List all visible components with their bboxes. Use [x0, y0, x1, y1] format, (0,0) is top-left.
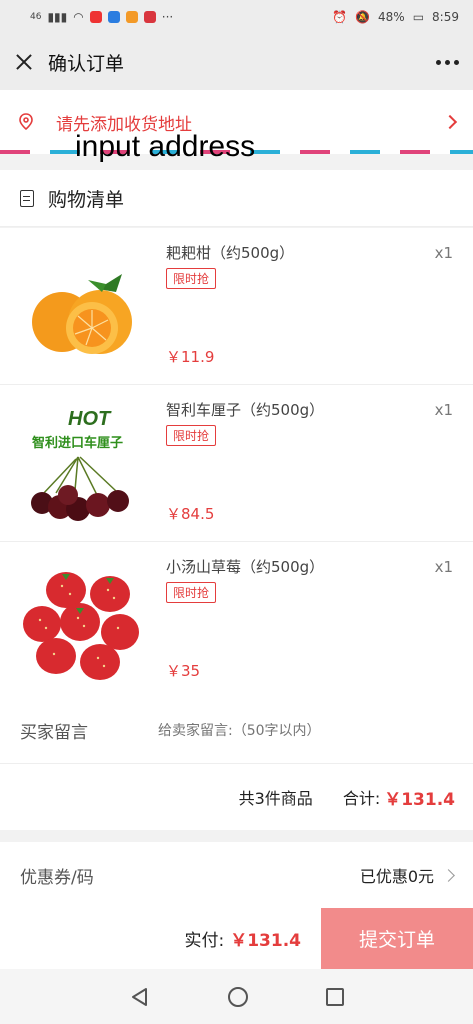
list-item[interactable]: HOT 智利进口车厘子 智利车厘子（约500g） x1 限时抢 ￥84.5	[0, 385, 473, 542]
product-name: 小汤山草莓（约500g）	[166, 558, 325, 576]
recent-apps-icon[interactable]	[326, 987, 345, 1006]
clock: 8:59	[432, 10, 459, 24]
title-bar: 确认订单	[0, 34, 473, 90]
pay-label: 实付:	[184, 931, 225, 951]
alarm-icon: ⏰	[332, 10, 348, 24]
cart-title: 购物清单	[48, 188, 125, 211]
order-total-row: 共3件商品 合计: ￥131.4	[0, 764, 473, 830]
buyer-message-input[interactable]	[158, 722, 418, 739]
app-icon-red	[143, 11, 156, 23]
flash-sale-badge: 限时抢	[166, 425, 217, 446]
location-pin-icon	[19, 113, 33, 131]
checkout-bar: 实付: ￥131.4 提交订单	[0, 908, 473, 969]
product-quantity: x1	[434, 401, 453, 419]
chevron-right-icon	[442, 114, 458, 130]
coupon-row[interactable]: 优惠券/码 已优惠0元	[0, 842, 473, 908]
home-icon[interactable]	[228, 986, 249, 1007]
more-notifications: ···	[161, 10, 174, 24]
total-amount: ￥131.4	[384, 789, 455, 810]
status-bar: 46 ▮▮▮ ◠ ··· ⏰ 🔕 48% ▭ 8:59	[0, 0, 473, 34]
pay-amount: ￥131.4	[230, 931, 301, 951]
page-title: 确认订单	[48, 52, 125, 75]
buyer-message-row: 买家留言	[0, 698, 473, 764]
signal-indicator: 46	[30, 12, 42, 22]
coupon-label: 优惠券/码	[20, 867, 94, 888]
close-icon[interactable]	[14, 52, 34, 72]
product-name: 智利车厘子（约500g）	[166, 401, 325, 419]
flash-sale-badge: 限时抢	[166, 268, 217, 289]
battery-percent: 48%	[378, 10, 405, 24]
image-title-text: 智利进口车厘子	[32, 435, 123, 451]
cart-header: 购物清单	[0, 170, 473, 227]
product-image: HOT 智利进口车厘子	[18, 401, 146, 527]
chevron-right-icon	[442, 868, 455, 882]
product-price: ￥35	[166, 662, 201, 680]
overlay-annotation: input address	[75, 130, 256, 163]
product-name: 耙耙柑（约500g）	[166, 244, 295, 262]
back-icon[interactable]	[129, 986, 151, 1008]
status-left: 46 ▮▮▮ ◠ ···	[30, 10, 332, 24]
payment-summary: 实付: ￥131.4	[0, 926, 321, 951]
signal-icon: ▮▮▮	[47, 10, 68, 24]
document-icon	[20, 189, 34, 207]
product-price: ￥84.5	[166, 505, 215, 523]
image-hot-text: HOT	[68, 408, 112, 430]
system-nav-bar	[0, 969, 473, 1024]
buyer-message-label: 买家留言	[20, 723, 88, 743]
mute-icon: 🔕	[355, 10, 371, 24]
app-icon-browser	[89, 11, 102, 23]
product-image	[18, 244, 146, 370]
status-right: ⏰ 🔕 48% ▭ 8:59	[332, 10, 459, 24]
app-icon-blue	[107, 11, 120, 23]
item-count: 共3件商品	[238, 789, 313, 808]
product-price: ￥11.9	[166, 348, 215, 366]
list-item[interactable]: 小汤山草莓（约500g） x1 限时抢 ￥35	[0, 542, 473, 699]
submit-order-button[interactable]: 提交订单	[321, 908, 473, 969]
more-menu-icon[interactable]	[436, 59, 459, 65]
coupon-value: 已优惠0元	[359, 867, 434, 886]
wifi-icon: ◠	[73, 10, 84, 24]
total-label: 合计:	[342, 789, 381, 808]
app-icon-orange	[125, 11, 138, 23]
flash-sale-badge: 限时抢	[166, 582, 217, 603]
product-image	[18, 558, 146, 684]
battery-icon: ▭	[412, 10, 425, 24]
product-quantity: x1	[434, 558, 453, 576]
list-item[interactable]: 耙耙柑（约500g） x1 限时抢 ￥11.9	[0, 228, 473, 385]
product-quantity: x1	[434, 244, 453, 262]
